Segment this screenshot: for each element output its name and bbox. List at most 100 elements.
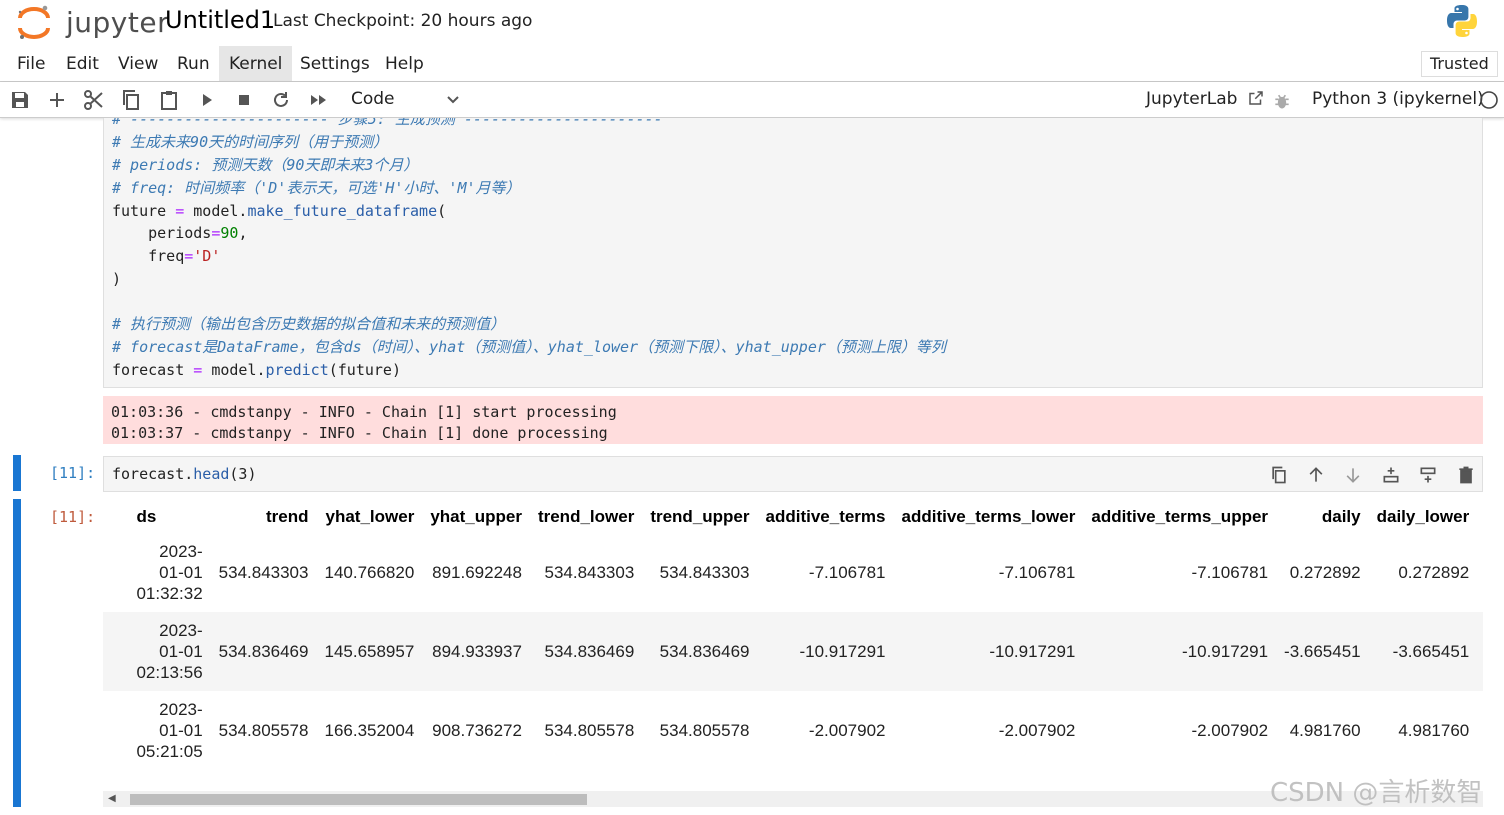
column-header: daily_lower: [1376, 507, 1470, 526]
table-row: 0 2023- 01-01 01:32:32 534.843303 140.7668…: [103, 533, 1483, 612]
trusted-indicator[interactable]: Trusted: [1421, 51, 1498, 77]
paste-icon[interactable]: [157, 88, 181, 112]
table-cell: -7.106781: [998, 562, 1076, 582]
jupyter-logo[interactable]: jupyter: [14, 2, 169, 42]
code-line: forecast.head(3): [112, 465, 257, 483]
code-cell-editor[interactable]: # ---------------------- 步骤5: 生成预测 -----…: [103, 118, 1483, 388]
table-cell: -2.007902: [808, 720, 886, 740]
scrollbar-thumb[interactable]: [130, 794, 587, 805]
table-cell: -3.665451: [1392, 641, 1470, 661]
restart-icon[interactable]: [269, 88, 293, 112]
table-cell: 908.736272: [432, 720, 522, 740]
table-cell: 145.658957: [324, 641, 415, 661]
column-header: trend_lower: [537, 507, 635, 526]
code-line: periods=90,: [112, 224, 248, 242]
delete-cell-icon[interactable]: [1456, 465, 1476, 487]
ds-cell: 2023- 01-01 01:32:32: [128, 533, 210, 612]
table-cell: -7.106781: [808, 562, 886, 582]
code-line: # ---------------------- 步骤5: 生成预测 -----…: [112, 118, 663, 128]
move-up-icon[interactable]: [1306, 465, 1326, 487]
table-cell: 0.272892: [1398, 562, 1470, 582]
output-prompt: [11]:: [50, 508, 96, 526]
column-header: additive_terms: [765, 507, 886, 526]
table-row: 1 2023- 01-01 02:13:56 534.836469 145.6589…: [103, 612, 1483, 691]
table-cell: 534.836469: [218, 641, 309, 661]
code-line: # periods: 预测天数（90天即未来3个月）: [112, 156, 419, 174]
ds-date-part: 01-01: [159, 642, 203, 661]
table-cell: 534.843303: [659, 562, 750, 582]
python-logo-icon: [1447, 5, 1477, 37]
ds-date-part: 2023-: [159, 621, 203, 640]
input-prompt: [11]:: [50, 464, 96, 482]
cut-icon[interactable]: [82, 88, 106, 112]
table-cell: (: [1477, 533, 1483, 612]
cell-type-value: Code: [351, 89, 395, 109]
menu-view[interactable]: View: [110, 46, 166, 81]
output-collapser[interactable]: [13, 499, 21, 807]
table-cell: -:: [1477, 612, 1483, 691]
ds-time-part: 02:13:56: [136, 663, 203, 682]
copy-icon[interactable]: [119, 88, 143, 112]
menu-kernel[interactable]: Kernel: [219, 46, 293, 81]
column-header: trend_upper: [650, 507, 750, 526]
menu-file[interactable]: File: [9, 46, 53, 81]
save-icon[interactable]: [8, 88, 32, 112]
run-icon[interactable]: [195, 88, 219, 112]
table-cell: 534.805578: [218, 720, 309, 740]
jupyter-logo-icon: [18, 5, 50, 39]
scroll-left-arrow-icon[interactable]: ◀: [108, 793, 116, 804]
code-line: # forecast是DataFrame，包含ds（时间）、yhat（预测值）、…: [112, 338, 946, 356]
stop-icon[interactable]: [232, 88, 256, 112]
move-down-icon[interactable]: [1343, 465, 1363, 487]
checkpoint-status: Last Checkpoint: 20 hours ago: [273, 11, 533, 31]
row-index: 0: [103, 533, 128, 612]
top-header: jupyter Untitled1 Last Checkpoint: 20 ho…: [0, 0, 1504, 47]
menu-bar: File Edit View Run Kernel Settings Help …: [0, 46, 1504, 82]
table-cell: 534.843303: [218, 562, 309, 582]
ds-time-part: 01:32:32: [136, 584, 203, 603]
insert-below-icon[interactable]: [1418, 465, 1438, 487]
column-header: yhat_upper: [430, 507, 522, 526]
column-header: [103, 501, 128, 533]
watermark: CSDN @言析数智: [1270, 778, 1483, 808]
cell-type-select[interactable]: Code: [343, 86, 469, 112]
column-header: dail: [1477, 501, 1483, 533]
duplicate-cell-icon[interactable]: [1269, 465, 1289, 487]
kernel-name[interactable]: Python 3 (ipykernel): [1312, 89, 1484, 109]
row-index: 1: [103, 612, 128, 691]
cell-collapser[interactable]: [13, 455, 21, 491]
dataframe-output: ds trend yhat_lower yhat_upper trend_low…: [103, 501, 1483, 791]
menu-edit[interactable]: Edit: [58, 46, 107, 81]
insert-above-icon[interactable]: [1381, 465, 1401, 487]
jupyterlab-link[interactable]: JupyterLab: [1146, 89, 1265, 109]
bug-icon[interactable]: [1272, 91, 1292, 111]
code-line: forecast = model.predict(future): [112, 361, 401, 379]
menu-run[interactable]: Run: [169, 46, 218, 81]
menu-settings[interactable]: Settings: [292, 46, 378, 81]
table-cell: 891.692248: [432, 562, 522, 582]
table-cell: -10.917291: [799, 641, 886, 661]
chevron-down-icon: [447, 96, 459, 104]
stderr-line: 01:03:36 - cmdstanpy - INFO - Chain [1] …: [111, 403, 617, 421]
table-row: 2 2023- 01-01 05:21:05 534.805578 166.3520…: [103, 691, 1483, 770]
menu-help[interactable]: Help: [377, 46, 432, 81]
ds-time-part: 05:21:05: [136, 742, 203, 761]
fast-forward-icon[interactable]: [307, 88, 331, 112]
ds-date-part: 01-01: [159, 721, 203, 740]
column-header: yhat_lower: [325, 507, 415, 526]
column-header: additive_terms_lower: [901, 507, 1076, 526]
stderr-line: 01:03:37 - cmdstanpy - INFO - Chain [1] …: [111, 424, 608, 442]
code-line: # freq: 时间频率（'D'表示天，可选'H'小时、'M'月等）: [112, 179, 521, 197]
code-line: # 执行预测（输出包含历史数据的拟合值和未来的预测值）: [112, 315, 506, 333]
table-cell: 534.836469: [544, 641, 635, 661]
table-cell: -2.007902: [1191, 720, 1269, 740]
table-cell: 894.933937: [432, 641, 522, 661]
table-header-row: ds trend yhat_lower yhat_upper trend_low…: [103, 501, 1483, 533]
notebook-title[interactable]: Untitled1: [165, 6, 275, 34]
external-link-icon: [1249, 91, 1263, 105]
kernel-status-icon: [1480, 91, 1498, 109]
column-header: ds: [136, 507, 157, 526]
jupyterlab-link-label: JupyterLab: [1146, 89, 1238, 109]
add-cell-icon[interactable]: [45, 88, 69, 112]
table-cell: -2.007902: [998, 720, 1076, 740]
